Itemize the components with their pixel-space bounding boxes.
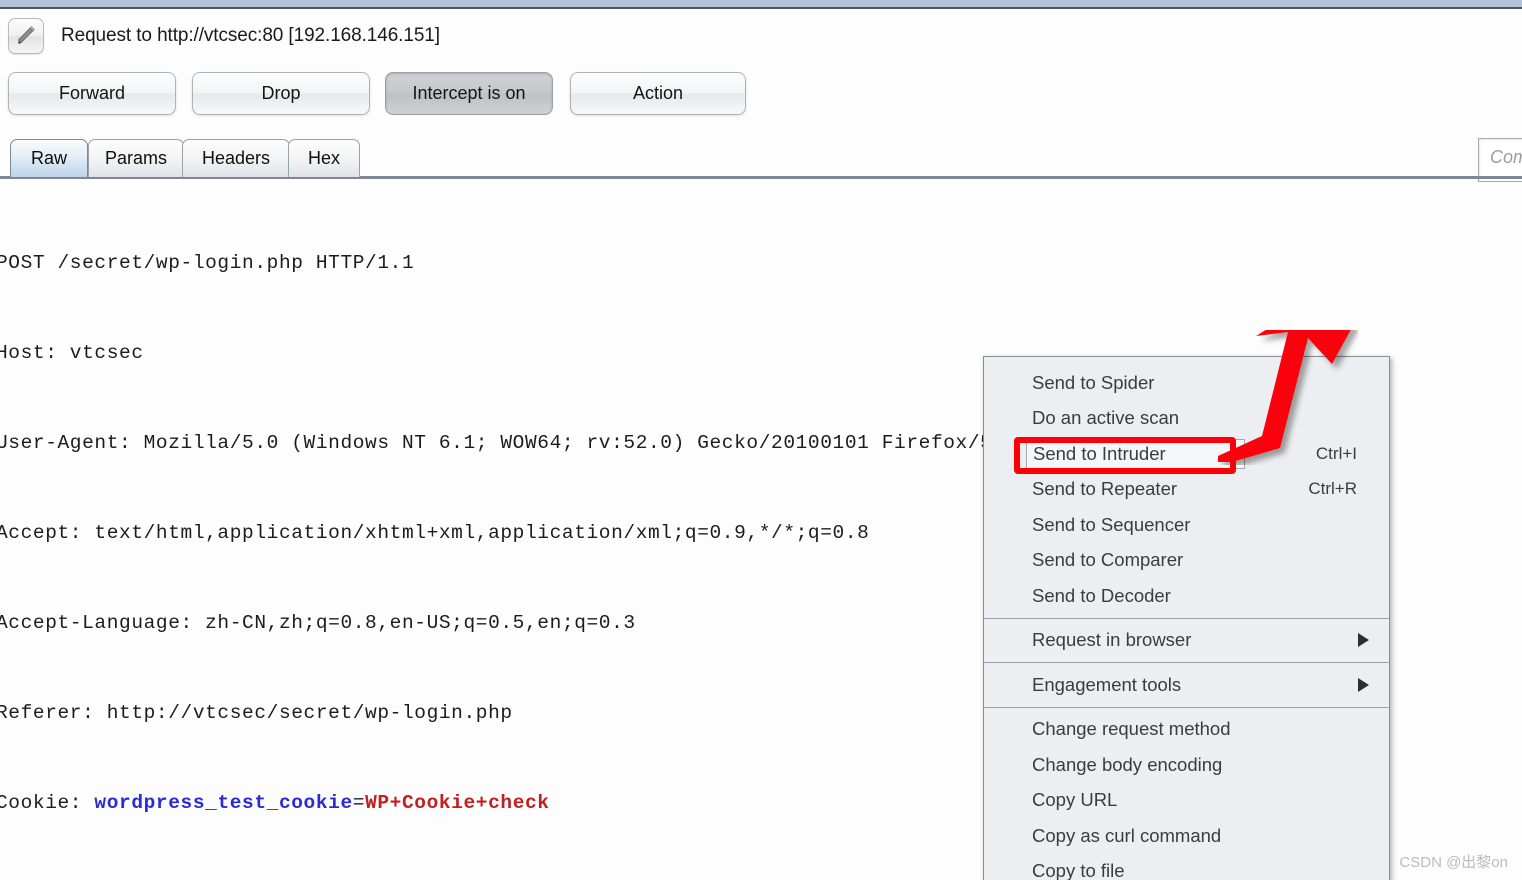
- menu-item-copy-url[interactable]: Copy URL: [984, 783, 1389, 819]
- context-menu[interactable]: Send to Spider Do an active scan Send to I…: [983, 356, 1390, 880]
- forward-button[interactable]: Forward: [8, 72, 176, 115]
- menu-item-send-to-intruder[interactable]: Send to Intruder Ctrl+I: [984, 436, 1389, 472]
- menu-item-label: Send to Comparer: [1032, 549, 1184, 571]
- watermark: CSDN @出黎on: [1399, 854, 1508, 871]
- menu-separator: [984, 706, 1389, 708]
- menu-item-label: Send to Sequencer: [1032, 513, 1191, 535]
- menu-item-label: Copy URL: [1032, 789, 1118, 811]
- menu-item-label: Change body encoding: [1032, 753, 1223, 775]
- menu-item-request-in-browser[interactable]: Request in browser: [984, 623, 1389, 659]
- menu-separator: [984, 617, 1389, 619]
- menu-item-send-to-decoder[interactable]: Send to Decoder: [984, 578, 1389, 614]
- menu-item-label: Send to Decoder: [1032, 584, 1171, 606]
- menu-item-change-body-encoding[interactable]: Change body encoding: [984, 747, 1389, 783]
- menu-item-change-request-method[interactable]: Change request method: [984, 712, 1389, 748]
- burp-intercept-window: Request to http://vtcsec:80 [192.168.146…: [0, 0, 1522, 880]
- menu-item-label: Do an active scan: [1032, 407, 1180, 429]
- menu-item-label: Change request method: [1032, 718, 1231, 740]
- menu-item-label: Send to Spider: [1032, 371, 1155, 393]
- menu-item-label: Engagement tools: [1032, 673, 1182, 695]
- window-top-strip: [0, 0, 1522, 9]
- request-title: Request to http://vtcsec:80 [192.168.146…: [61, 25, 440, 46]
- menu-item-engagement-tools[interactable]: Engagement tools: [984, 667, 1389, 703]
- menu-separator: [984, 662, 1389, 663]
- submenu-arrow-icon: [1358, 677, 1369, 692]
- cookie-prefix: Cookie:: [0, 792, 95, 814]
- tab-params[interactable]: Params: [88, 139, 184, 177]
- menu-item-label: Send to Intruder: [1026, 438, 1245, 469]
- menu-item-copy-to-file[interactable]: Copy to file: [984, 854, 1389, 880]
- menu-item-label: Send to Repeater: [1032, 478, 1178, 500]
- submenu-arrow-icon: [1358, 633, 1369, 648]
- intercept-toggle-button[interactable]: Intercept is on: [385, 72, 553, 115]
- tab-hex[interactable]: Hex: [288, 139, 360, 177]
- menu-item-shortcut: Ctrl+R: [1308, 479, 1357, 499]
- menu-item-send-to-spider[interactable]: Send to Spider: [984, 365, 1389, 401]
- menu-item-send-to-sequencer[interactable]: Send to Sequencer: [984, 507, 1389, 543]
- menu-item-do-an-active-scan[interactable]: Do an active scan: [984, 401, 1389, 437]
- intercept-toolbar: Forward Drop Intercept is on Action Comm…: [0, 72, 1522, 182]
- cookie-name: wordpress_test_cookie: [94, 792, 353, 814]
- message-editor-tabs: Raw Params Headers Hex: [0, 139, 1522, 179]
- menu-item-label: Copy as curl command: [1032, 824, 1222, 846]
- pencil-icon[interactable]: [8, 18, 44, 54]
- menu-item-copy-as-curl-command[interactable]: Copy as curl command: [984, 818, 1389, 854]
- cookie-value: WP+Cookie+check: [365, 792, 550, 814]
- menu-item-send-to-comparer[interactable]: Send to Comparer: [984, 543, 1389, 579]
- request-header-bar: Request to http://vtcsec:80 [192.168.146…: [0, 11, 1522, 61]
- tab-headers[interactable]: Headers: [182, 139, 290, 177]
- drop-button[interactable]: Drop: [192, 72, 370, 115]
- menu-item-shortcut: Ctrl+I: [1315, 443, 1357, 463]
- menu-item-label: Copy to file: [1032, 860, 1125, 880]
- menu-item-label: Request in browser: [1032, 629, 1192, 651]
- menu-item-send-to-repeater[interactable]: Send to Repeater Ctrl+R: [984, 472, 1389, 508]
- request-line: POST /secret/wp-login.php HTTP/1.1: [0, 252, 415, 274]
- tab-raw[interactable]: Raw: [10, 139, 88, 177]
- action-button[interactable]: Action: [570, 72, 746, 115]
